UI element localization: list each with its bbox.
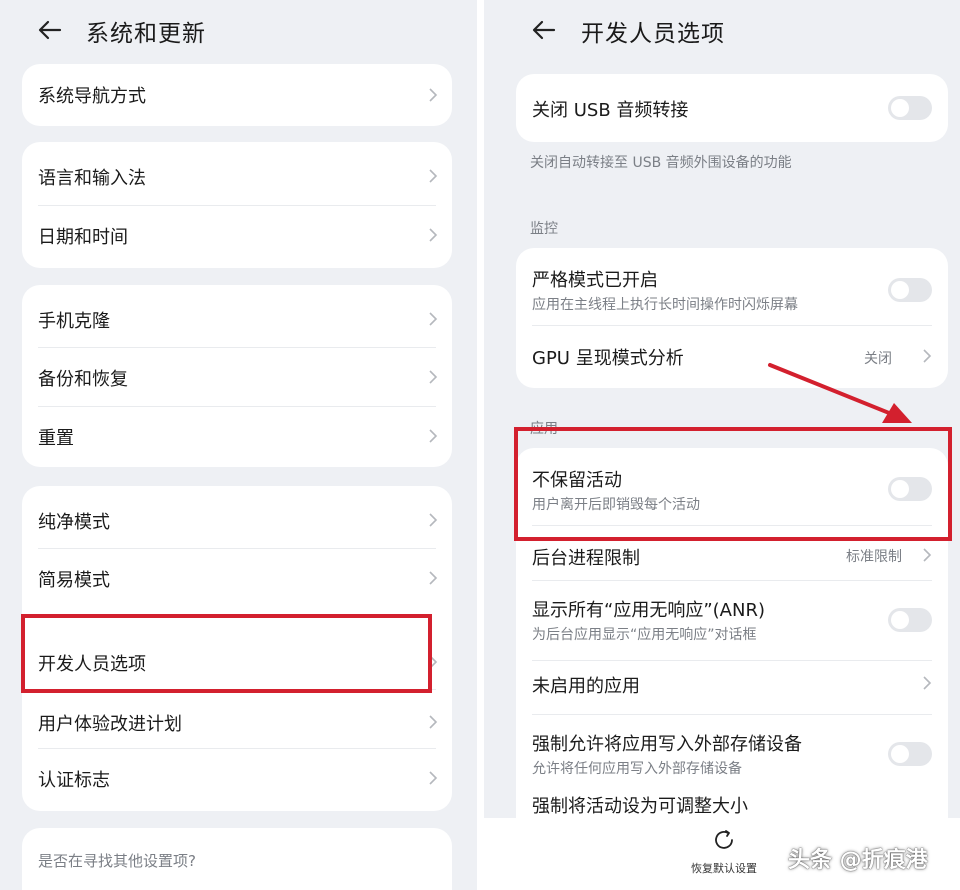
item-label: 认证标志 [38,770,110,791]
item-label: 强制允许将应用写入外部存储设备 [532,734,802,755]
item-label: GPU 呈现模式分析 [532,348,684,369]
chevron-right-icon [923,676,932,690]
back-arrow-icon[interactable] [530,16,558,44]
chevron-right-icon [429,370,438,384]
chevron-right-icon [429,771,438,785]
item-label: 日期和时间 [38,227,128,248]
restore-icon [715,830,733,849]
dont-keep-toggle[interactable] [888,477,932,501]
anr-toggle[interactable] [888,608,932,632]
chevron-right-icon [429,715,438,729]
toggle-knob [891,480,909,498]
toggle-knob [891,745,909,763]
item-label: 重置 [38,428,74,449]
restore-default-button[interactable]: 恢复默认设置 [684,822,764,882]
divider [532,714,932,715]
chevron-right-icon [923,548,932,562]
item-subtitle: 为后台应用显示“应用无响应”对话框 [532,627,757,643]
item-label: 未启用的应用 [532,676,640,697]
item-backup-restore[interactable]: 备份和恢复 [22,347,452,406]
annotation-arrow-icon [768,363,912,423]
page-title: 开发人员选项 [581,21,725,47]
card-navigation: 系统导航方式 [22,64,452,126]
item-force-external-storage[interactable]: 强制允许将应用写入外部存储设备 允许将任何应用写入外部存储设备 [516,716,948,788]
item-label: 不保留活动 [532,470,622,491]
item-label: 系统导航方式 [38,86,146,107]
item-language-input[interactable]: 语言和输入法 [22,142,452,205]
bg-limit-value: 标准限制 [846,549,902,565]
page-title: 系统和更新 [86,21,206,47]
developer-options-screen: 开发人员选项 关闭 USB 音频转接 关闭自动转接至 USB 音频外围设备的功能… [484,0,960,890]
search-suggestion-card[interactable]: 是否在寻找其他设置项? [22,828,452,890]
chevron-right-icon [429,312,438,326]
chevron-right-icon [429,513,438,527]
chevron-right-icon [429,169,438,183]
item-pure-mode[interactable]: 纯净模式 [22,486,452,548]
card-modes-developer: 纯净模式 简易模式 开发人员选项 用户体验改进计划 认证标志 [22,486,452,811]
restore-default-label: 恢复默认设置 [691,862,757,875]
card-usb-audio: 关闭 USB 音频转接 [516,74,948,142]
item-label: 显示所有“应用无响应”(ANR) [532,600,765,621]
card-clone-backup: 手机克隆 备份和恢复 重置 [22,285,452,467]
toggle-knob [891,281,909,299]
item-background-limit[interactable]: 后台进程限制 标准限制 [516,528,948,580]
section-apps: 应用 [530,421,558,437]
item-subtitle: 应用在主线程上执行长时间操作时闪烁屏幕 [532,297,798,313]
item-label: 关闭 USB 音频转接 [532,100,689,121]
card-language-time: 语言和输入法 日期和时间 [22,142,452,268]
item-label: 语言和输入法 [38,168,146,189]
toggle-knob [891,99,909,117]
chevron-right-icon [429,228,438,242]
chevron-right-icon [429,429,438,443]
toggle-knob [891,611,909,629]
item-inactive-apps[interactable]: 未启用的应用 [516,662,948,716]
usb-audio-description: 关闭自动转接至 USB 音频外围设备的功能 [530,155,792,171]
item-date-time[interactable]: 日期和时间 [22,205,452,268]
item-label: 强制将活动设为可调整大小 [532,796,748,817]
item-system-navigation[interactable]: 系统导航方式 [22,64,452,126]
item-label: 开发人员选项 [38,654,146,675]
item-subtitle: 用户离开后即销毁每个活动 [532,497,700,513]
left-header: 系统和更新 [0,0,477,60]
back-arrow-icon[interactable] [36,16,64,44]
item-reset[interactable]: 重置 [22,406,452,465]
item-ux-program[interactable]: 用户体验改进计划 [22,688,452,747]
divider [532,525,932,526]
force-external-toggle[interactable] [888,742,932,766]
chevron-right-icon [429,88,438,102]
item-label: 备份和恢复 [38,369,128,390]
item-dont-keep-activities[interactable]: 不保留活动 用户离开后即销毁每个活动 [516,448,948,528]
chevron-right-icon [429,571,438,585]
item-label: 严格模式已开启 [532,270,658,291]
item-label: 后台进程限制 [532,548,640,569]
card-apps: 不保留活动 用户离开后即销毁每个活动 后台进程限制 标准限制 显示所有“应用无响… [516,448,948,828]
item-certification[interactable]: 认证标志 [22,747,452,807]
item-simple-mode[interactable]: 简易模式 [22,548,452,608]
watermark-text: 头条 @折痕港 [788,848,928,873]
system-update-screen: 系统和更新 系统导航方式 语言和输入法 日期和时间 手机克隆 备份和恢复 重置 … [0,0,477,890]
search-suggestion-text: 是否在寻找其他设置项? [38,852,196,870]
divider [532,660,932,661]
divider [532,325,932,326]
item-disable-usb-audio[interactable]: 关闭 USB 音频转接 [516,74,948,142]
item-label: 用户体验改进计划 [38,714,182,735]
item-show-all-anr[interactable]: 显示所有“应用无响应”(ANR) 为后台应用显示“应用无响应”对话框 [516,580,948,662]
item-strict-mode[interactable]: 严格模式已开启 应用在主线程上执行长时间操作时闪烁屏幕 [516,248,948,328]
item-label: 纯净模式 [38,512,110,533]
item-label: 手机克隆 [38,311,110,332]
section-monitoring: 监控 [530,221,558,237]
strict-mode-toggle[interactable] [888,278,932,302]
item-label: 简易模式 [38,570,110,591]
item-developer-options[interactable]: 开发人员选项 [22,608,452,688]
item-subtitle: 允许将任何应用写入外部存储设备 [532,761,742,777]
right-header: 开发人员选项 [484,0,960,60]
chevron-right-icon [429,655,438,669]
item-phone-clone[interactable]: 手机克隆 [22,285,452,347]
usb-audio-toggle[interactable] [888,96,932,120]
